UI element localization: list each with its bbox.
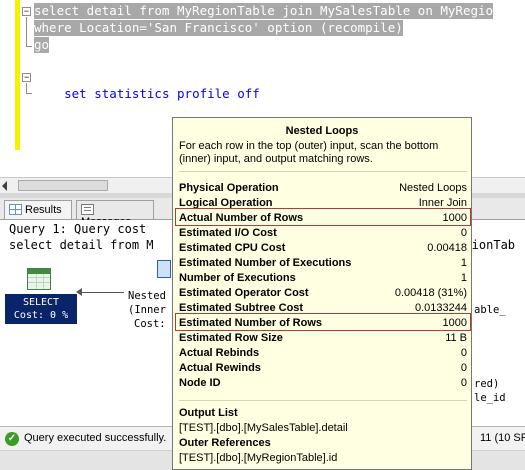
property-label: Estimated Number of Executions — [179, 257, 352, 269]
nested-loops-sublabel: (Inner — [128, 304, 166, 316]
keyword: set — [64, 86, 87, 101]
output-list-label: Output List — [179, 407, 238, 419]
property-label: Estimated CPU Cost — [179, 242, 286, 254]
query-cost-header: Query 1: Query cost — [9, 222, 147, 236]
select-cost: Cost: 0 % — [13, 310, 69, 321]
scroll-thumb[interactable] — [18, 180, 108, 191]
tooltip-divider — [179, 171, 467, 172]
fold-line — [26, 83, 27, 93]
property-value: 0.00418 (31%) — [394, 287, 467, 299]
property-label: Node ID — [179, 377, 221, 389]
tooltip-description: For each row in the top (outer) input, s… — [179, 140, 439, 165]
property-value: 1 — [460, 272, 467, 284]
tooltip-property-row: Estimated Operator Cost 0.00418 (31%) — [179, 286, 467, 301]
tab-messages[interactable]: Messages — [76, 200, 154, 228]
plan-connector — [78, 292, 124, 293]
fold-line — [26, 17, 27, 47]
property-label: Estimated Operator Cost — [179, 287, 309, 299]
property-value: 0 — [460, 377, 467, 389]
code-line-1: select detail from MyRegionTable join My… — [34, 3, 494, 19]
tooltip-property-row: Estimated CPU Cost 0.00418 — [179, 241, 467, 256]
fold-end — [26, 46, 32, 47]
tab-results[interactable]: Results — [4, 200, 72, 219]
output-list-value: [TEST].[dbo].[MySalesTable].detail — [179, 422, 348, 434]
property-value: Nested Loops — [399, 182, 467, 194]
scroll-left-arrow-icon[interactable] — [2, 181, 7, 191]
collapse-icon[interactable]: − — [22, 7, 31, 16]
status-message: Query executed successfully. — [24, 432, 167, 444]
code-line-4: set statistics profile off — [34, 70, 260, 118]
tooltip-property-row: Estimated Number of Executions 1 — [179, 256, 467, 271]
property-value: 11 B — [445, 332, 467, 344]
operator-tooltip: Nested Loops For each row in the top (ou… — [172, 117, 472, 470]
nested-loops-icon[interactable] — [157, 260, 171, 278]
property-label: Actual Rewinds — [179, 362, 261, 374]
code-line-3: go — [34, 37, 50, 53]
outer-references-value: [TEST].[dbo].[MyRegionTable].id — [179, 452, 338, 464]
property-label: Estimated I/O Cost — [179, 227, 277, 239]
tooltip-property-row: Node ID 0 — [179, 376, 467, 391]
property-value: 0.00418 — [427, 242, 467, 254]
property-label: Actual Rebinds — [179, 347, 260, 359]
highlight-estimated-rows — [175, 313, 471, 331]
tooltip-property-row: Estimated Row Size 11 B — [179, 331, 467, 346]
keyword: off — [237, 86, 260, 101]
select-operator[interactable]: SELECT Cost: 0 % — [5, 294, 77, 324]
operator-label-fragment: red) — [474, 378, 500, 390]
select-operator-icon[interactable] — [27, 268, 51, 290]
tooltip-divider — [179, 400, 467, 401]
success-check-icon: ✓ — [5, 432, 19, 446]
tooltip-title: Nested Loops — [285, 125, 359, 137]
nested-loops-cost: Cost: — [134, 318, 166, 330]
tooltip-property-row: Estimated I/O Cost 0 — [179, 226, 467, 241]
property-value: 0 — [460, 227, 467, 239]
property-label: Estimated Row Size — [179, 332, 283, 344]
property-value: 0 — [460, 347, 467, 359]
operator-label-fragment: le_id — [474, 392, 506, 404]
highlight-actual-rows — [175, 208, 471, 226]
tooltip-property-row: Physical Operation Nested Loops — [179, 181, 467, 196]
collapse-icon[interactable]: − — [22, 73, 31, 82]
select-label: SELECT — [22, 297, 60, 308]
property-label: Number of Executions — [179, 272, 296, 284]
operator-label-fragment: able_ — [474, 304, 506, 316]
query-text: select detail from M — [9, 238, 154, 252]
change-marker-bar — [15, 0, 20, 150]
property-value: 0 — [460, 362, 467, 374]
grid-icon — [9, 204, 22, 215]
tab-results-label: Results — [25, 204, 62, 216]
tooltip-property-row: Actual Rebinds 0 — [179, 346, 467, 361]
code-line-2: where Location='San Francisco' option (r… — [34, 20, 403, 36]
nested-loops-label: Nested — [128, 290, 166, 302]
keyword: statistics — [94, 86, 170, 101]
keyword: profile — [177, 86, 230, 101]
property-value: 1 — [460, 257, 467, 269]
property-label: Physical Operation — [179, 182, 279, 194]
tooltip-property-row: Actual Rewinds 0 — [179, 361, 467, 376]
fold-end — [26, 93, 32, 94]
status-server-info: 11 (10 SP — [480, 432, 525, 444]
outer-references-label: Outer References — [179, 437, 271, 449]
tooltip-property-row: Number of Executions 1 — [179, 271, 467, 286]
messages-icon — [81, 204, 94, 215]
